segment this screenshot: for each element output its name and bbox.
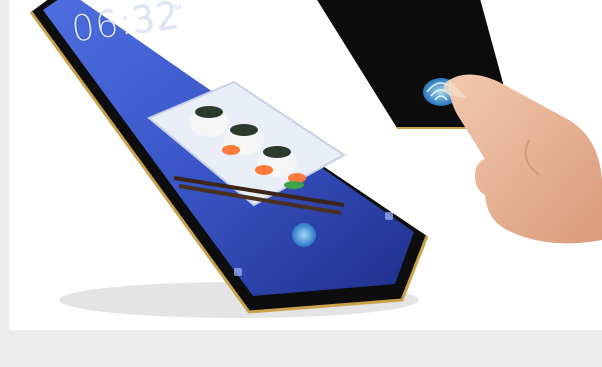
product-photo: 06:32 PM [9,0,602,330]
phone-illustration [29,0,602,318]
lock-screen-period: PM [169,2,183,13]
camera-shortcut-icon[interactable] [385,212,393,220]
hand-icon [443,74,602,244]
bottom-strip [0,330,602,367]
phone-shortcut-icon[interactable] [234,268,242,276]
image-frame: 06:32 PM [0,0,602,367]
fingerprint-icon[interactable] [292,223,316,247]
